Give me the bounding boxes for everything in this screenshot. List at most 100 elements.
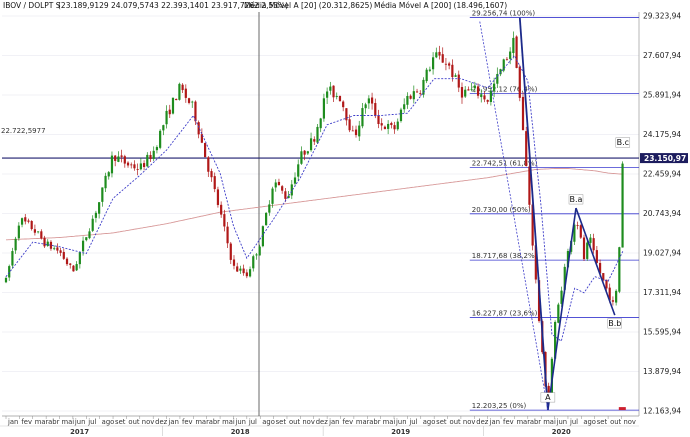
y-tick-label: 17.311,94 [643,288,681,297]
candle-body [300,151,303,164]
x-month-label: fev [182,418,193,426]
candle-body [255,254,258,256]
candle-body [409,95,412,99]
candle-body [130,164,133,166]
x-month-label: mar [356,418,370,426]
candle-body [88,231,91,239]
x-month-label: nov [623,418,636,426]
x-month-label: jul [569,418,578,426]
candle-body [615,290,618,303]
candle-body [454,75,457,77]
x-month-label: mar [516,418,530,426]
candle-body [396,121,399,130]
candle-body [81,240,85,252]
candle-body [438,51,441,56]
price-marker [618,407,626,411]
candle-body [451,64,454,78]
candle-body [309,138,313,151]
candle-body [582,237,586,260]
x-month-label: mar [35,418,49,426]
candle-body [4,277,8,283]
candle-body [444,63,448,65]
x-month-label: out [610,418,621,426]
x-month-label: jul [408,418,417,426]
candle-body [493,83,496,91]
x-month-label: out [128,418,139,426]
candle-body [415,91,419,93]
candle-body [515,36,518,68]
candle-body [586,242,589,259]
candle-body [248,269,252,277]
candle-body [265,212,268,226]
x-month-label: nov [302,418,315,426]
candle-body [24,217,27,222]
fib-level-label: 18.717,68 (38,2%) [472,252,538,260]
candle-body [322,98,326,119]
candle-body [142,163,146,168]
candle-body [387,123,390,129]
x-month-label: jun [395,418,407,426]
candle-body [457,74,460,88]
candle-body [460,87,464,98]
candle-body [480,94,483,98]
candle-body [277,181,281,186]
candle-body [335,95,338,97]
x-month-label: jun [234,418,246,426]
candle-body [509,51,512,59]
candle-body [435,52,438,58]
candle-body [27,220,30,222]
candle-body [419,93,422,95]
candle-body [72,265,75,272]
candle-body [20,218,24,225]
x-month-label: out [289,418,300,426]
candle-body [518,66,521,98]
candle-body [210,171,213,178]
candle-body [168,109,171,115]
x-month-label: set [115,418,126,426]
candle-body [220,204,223,215]
x-month-label: ago [102,418,115,426]
x-month-label: jun [556,418,568,426]
x-month-label: dez [316,418,328,426]
candle-body [329,86,332,91]
candle-body [136,169,139,170]
candle-body [470,88,473,90]
candle-body [232,259,236,266]
candle-body [268,204,271,213]
candle-body [313,139,316,142]
candle-body [146,154,149,167]
price-chart[interactable]: 29.256,74 (100%)25.952,12 (76,4%)22.742,… [0,0,690,437]
left-level-label: 22.722,5977 [1,127,46,135]
wave-label: B.a [570,195,583,204]
candle-body [159,130,162,148]
candle-body [216,189,220,205]
candle-body [399,109,403,122]
y-tick-label: 19.027,94 [643,249,681,258]
candle-body [184,88,187,98]
candle-body [62,251,65,259]
x-month-label: out [450,418,461,426]
candle-body [258,246,261,256]
candle-body [297,164,300,177]
candle-body [351,130,354,132]
candle-body [467,89,470,91]
x-month-label: abr [209,418,220,426]
candle-body [91,218,94,231]
y-tick-label: 24.175,94 [643,130,681,139]
y-tick-label: 12.163,94 [643,407,681,416]
candle-body [473,85,476,89]
fib-level-label: 12.203,25 (0%) [472,402,527,410]
x-month-label: jan [489,418,500,426]
candle-body [316,126,319,143]
candle-body [37,231,40,233]
x-month-label: mai [383,418,396,426]
candle-body [110,155,114,174]
candle-body [123,156,126,164]
candle-body [117,156,120,162]
candle-body [406,95,409,105]
x-month-label: ago [583,418,596,426]
wave-label: A [545,393,551,402]
candle-body [348,119,351,131]
candle-body [75,264,78,271]
candle-body [290,184,293,196]
